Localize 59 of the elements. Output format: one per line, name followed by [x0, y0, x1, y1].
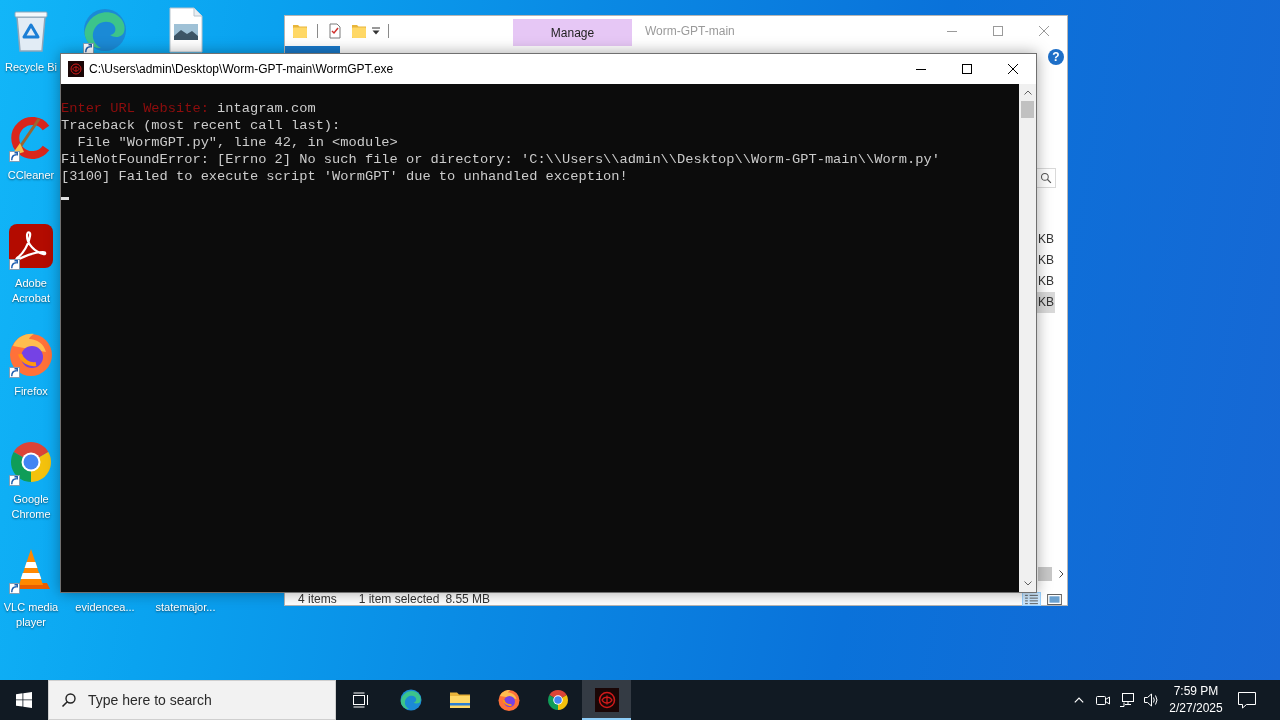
icon-label[interactable]: Google Chrome	[3, 492, 59, 522]
icon-label[interactable]: VLC media player	[3, 600, 59, 630]
segmented-circle-icon	[545, 688, 570, 712]
window-title: C:\Users\admin\Desktop\Worm-GPT-main\WormGPT.exe	[89, 62, 394, 76]
emblem-icon	[68, 61, 84, 77]
chevron-up-icon	[1074, 697, 1084, 703]
details-view-icon	[1024, 593, 1039, 605]
ribbon-tab[interactable]: Manage	[513, 19, 632, 46]
clock-time: 7:59 PM	[1173, 683, 1219, 700]
console-line: Traceback (most recent call last):	[61, 117, 341, 134]
maximize-icon	[993, 26, 1003, 36]
view-button[interactable]	[1046, 593, 1063, 605]
icon-label[interactable]: statemajor...	[155, 600, 216, 615]
chevron-right-icon	[1058, 570, 1064, 578]
console-line: FileNotFoundError: [Errno 2] No such file or directory: 'C:\\Users\\admin\\Desktop\\Worm-GPT-main\\Worm.py'	[61, 151, 940, 168]
icon-label[interactable]: Recycle Bi	[5, 60, 57, 75]
grid-logo-icon	[16, 692, 32, 708]
search-field[interactable]: Type here to search	[48, 680, 336, 720]
emblem-icon	[594, 688, 619, 712]
scrollbar-thumb[interactable]	[1038, 567, 1052, 581]
help-button[interactable]: ?	[1048, 49, 1064, 65]
file-size-cell-text: KB	[1037, 231, 1055, 248]
close-icon	[1008, 64, 1018, 74]
prompt-text: Enter URL Website:	[61, 101, 209, 116]
clock-button[interactable]: 7:59 PM 2/27/2025	[1163, 680, 1229, 720]
window-title: Worm-GPT-main	[645, 24, 735, 38]
search-icon	[1040, 172, 1052, 184]
file-size-cell-text: KB	[1037, 273, 1055, 290]
icon-label[interactable]: evidencea...	[75, 600, 135, 615]
task-view-icon	[351, 692, 371, 708]
scrollbar-thumb[interactable]	[1021, 101, 1034, 118]
icon-label[interactable]: CCleaner	[7, 168, 55, 183]
input-text: intagram.com	[217, 101, 316, 116]
swoosh-tile-icon[interactable]	[7, 222, 55, 270]
swirl-icon[interactable]	[81, 6, 129, 54]
file-size-cell: KB	[1037, 292, 1055, 313]
dropdown-arrow-icon[interactable]	[371, 26, 381, 36]
search-icon	[61, 692, 77, 708]
selection-info: 1 item selected	[358, 593, 440, 605]
flame-globe-icon	[496, 688, 521, 712]
taskbar-button[interactable]	[582, 680, 631, 720]
volume-icon	[1143, 692, 1159, 708]
notification-icon	[1237, 691, 1257, 709]
clock-date: 2/27/2025	[1169, 700, 1223, 717]
maximize-icon	[962, 64, 972, 74]
console-line: [3100] Failed to execute script 'WormGPT' due to unhandled exception!	[61, 168, 628, 185]
console-line: File "WormGPT.py", line 42, in <module>	[76, 134, 398, 151]
item-count: 4 items	[298, 593, 337, 605]
swirl-icon	[398, 688, 423, 712]
network-icon	[1119, 692, 1135, 708]
chevron-up-icon	[1023, 90, 1032, 95]
icon-label[interactable]: Adobe Acrobat	[3, 276, 59, 306]
close-icon	[1039, 26, 1049, 36]
selection-size: 8.55 MB	[445, 593, 491, 605]
chevron-down-icon	[1023, 581, 1032, 586]
file-size-cell-text: KB	[1037, 252, 1055, 269]
icon-label[interactable]: Firefox	[14, 384, 48, 399]
checklist-icon[interactable]	[327, 23, 343, 39]
view-button[interactable]	[1023, 593, 1040, 605]
